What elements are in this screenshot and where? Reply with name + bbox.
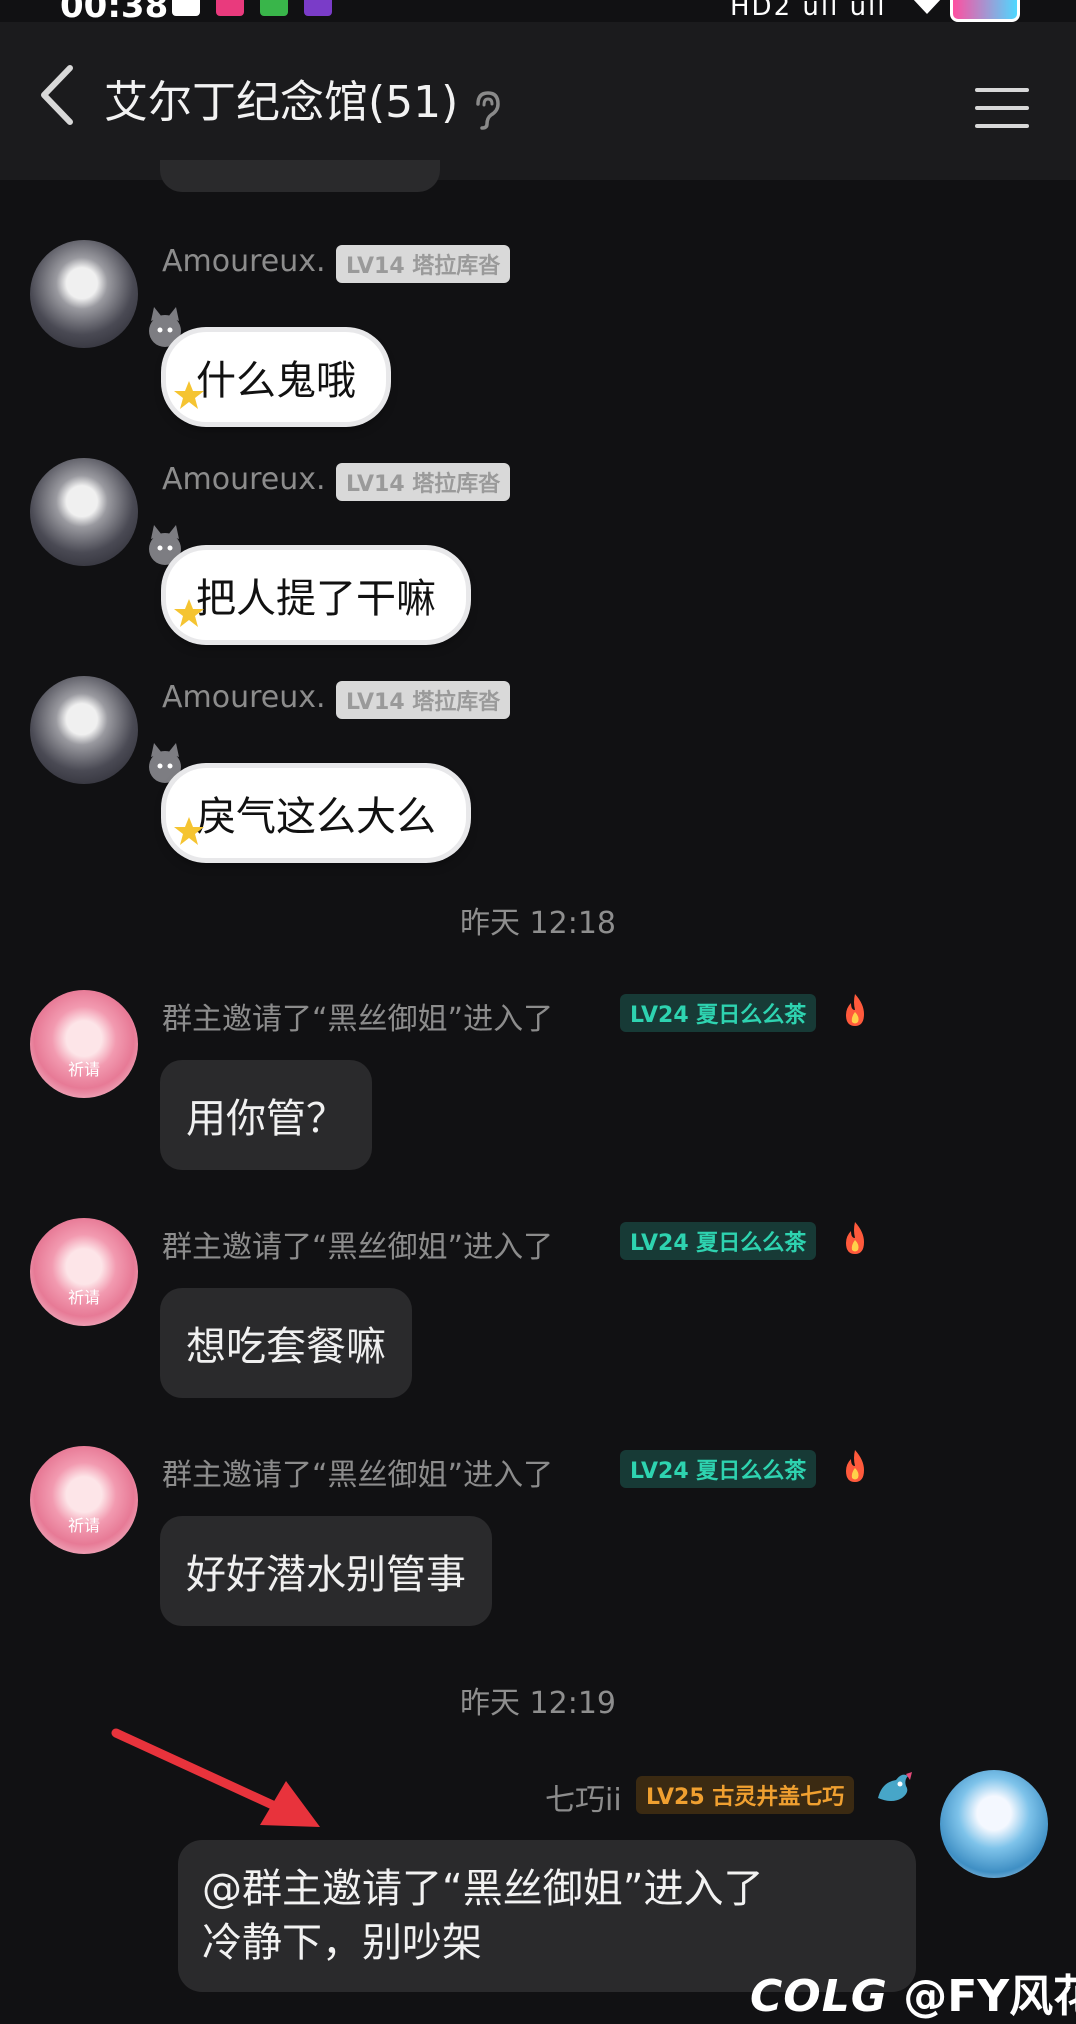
sender-name[interactable]: 群主邀请了“黑丝御姐”进入了 (162, 1222, 553, 1266)
ear-icon[interactable] (470, 90, 504, 130)
avatar[interactable] (30, 458, 138, 566)
avatar[interactable]: 祈请 (30, 1446, 138, 1554)
chat-title[interactable]: 艾尔丁纪念馆(51) (104, 66, 458, 130)
app-notification-icon (216, 0, 244, 16)
sender-name[interactable]: 七巧ii (545, 1775, 622, 1819)
my-avatar[interactable] (940, 1770, 1048, 1878)
back-button[interactable] (30, 60, 90, 130)
app-notification-icon (172, 0, 200, 16)
avatar[interactable] (30, 240, 138, 348)
sender-name[interactable]: 群主邀请了“黑丝御姐”进入了 (162, 994, 553, 1038)
avatar-label: 祈请 (67, 1516, 100, 1535)
fire-icon (846, 994, 864, 1026)
sender-name[interactable]: Amoureux. (162, 462, 326, 497)
level-badge: LV24 夏日么么茶 (620, 994, 817, 1032)
message-bubble[interactable]: 想吃套餐嘛 (160, 1288, 412, 1398)
app-notification-icon (304, 0, 332, 16)
timestamp: 昨天 12:19 (460, 1686, 616, 1721)
avatar[interactable] (30, 676, 138, 784)
star-icon (174, 381, 204, 409)
timestamp: 昨天 12:18 (460, 906, 616, 941)
app-notification-icon (260, 0, 288, 16)
status-bar: 00:38 HD2 ull ull (0, 0, 1076, 26)
level-badge: LV24 夏日么么茶 (620, 1450, 817, 1488)
fire-icon (846, 1222, 864, 1254)
message-bubble[interactable]: 戾气这么大么 (166, 768, 466, 858)
battery-icon (950, 0, 1020, 22)
avatar[interactable]: 祈请 (30, 1218, 138, 1326)
message-bubble[interactable]: 用你管？ (160, 1060, 372, 1170)
star-icon (174, 599, 204, 627)
sender-name[interactable]: Amoureux. (162, 680, 326, 715)
avatar[interactable]: 祈请 (30, 990, 138, 1098)
signal-icons: HD2 ull ull (730, 0, 887, 22)
fire-icon (846, 1450, 864, 1482)
sender-name[interactable]: 群主邀请了“黑丝御姐”进入了 (162, 1450, 553, 1494)
sender-name[interactable]: Amoureux. (162, 244, 326, 279)
message-bubble[interactable]: 把人提了干嘛 (166, 550, 466, 640)
menu-button[interactable] (975, 88, 1029, 132)
dragon-icon (878, 1772, 912, 1801)
level-badge: LV14 塔拉库沓 (336, 463, 511, 501)
message-bubble[interactable]: 好好潜水别管事 (160, 1516, 492, 1626)
watermark: COLG @FY风花 (750, 1960, 1076, 2024)
level-badge: LV25 古灵井盖七巧 (636, 1776, 855, 1814)
level-badge: LV24 夏日么么茶 (620, 1222, 817, 1260)
avatar-label: 祈请 (67, 1288, 100, 1307)
red-arrow-annotation (111, 1728, 320, 1827)
level-badge: LV14 塔拉库沓 (336, 245, 511, 283)
star-icon (174, 817, 204, 845)
watermark-handle: @FY风花 (903, 1971, 1076, 2022)
message-line: @群主邀请了“黑丝御姐”进入了 (202, 1866, 764, 1912)
previous-message-bubble (160, 160, 440, 192)
wifi-icon (913, 0, 941, 14)
avatar-label: 祈请 (67, 1060, 100, 1079)
level-badge: LV14 塔拉库沓 (336, 681, 511, 719)
watermark-brand: COLG (750, 1971, 888, 2022)
